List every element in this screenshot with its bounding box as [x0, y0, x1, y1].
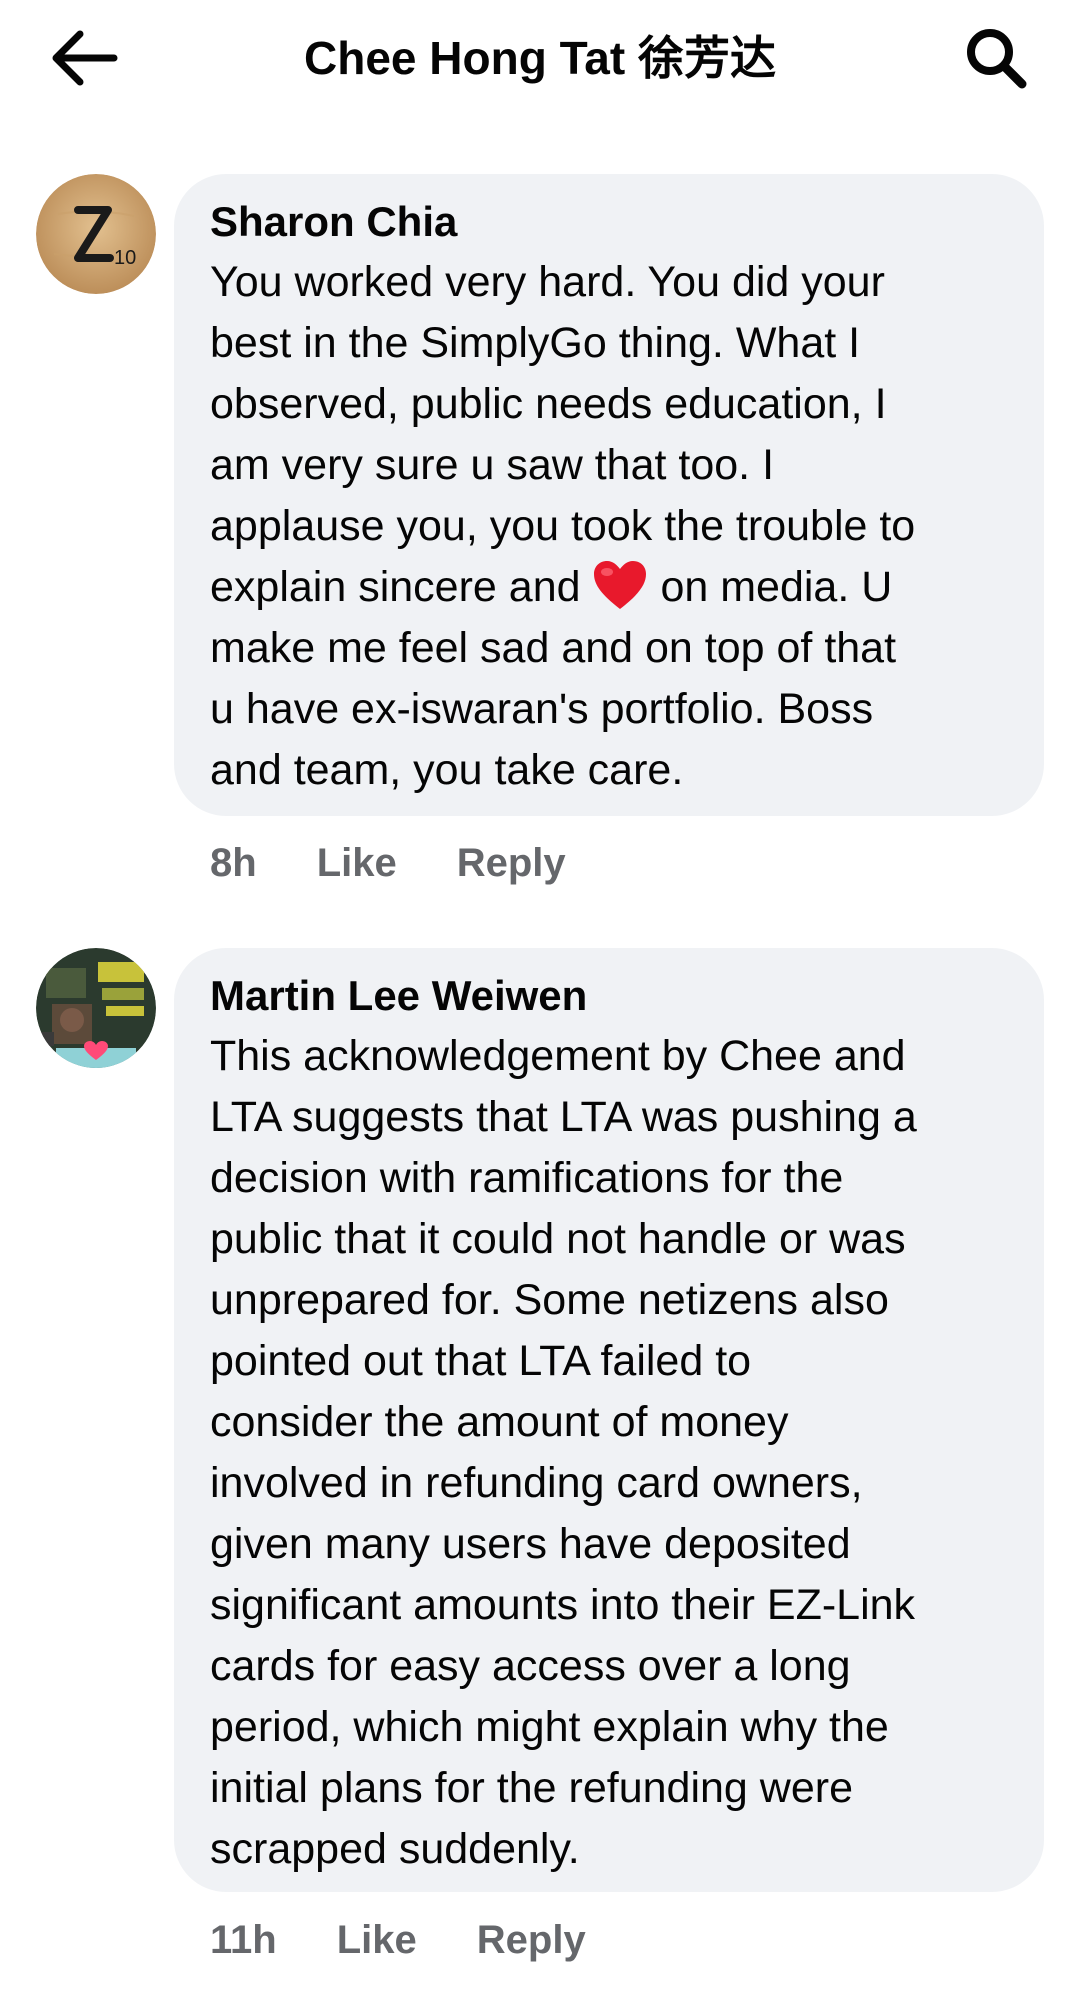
- comment-line-with-emoji: explain sincere and on media. U: [210, 557, 1020, 618]
- comment-line: observed, public needs education, I: [210, 380, 887, 428]
- comment-line: u have ex-iswaran's portfolio. Boss: [210, 685, 874, 733]
- reply-button[interactable]: Reply: [457, 841, 566, 886]
- comment-line: LTA suggests that LTA was pushing a: [210, 1093, 917, 1141]
- comment-line: cards for easy access over a long: [210, 1642, 851, 1690]
- comment-bubble[interactable]: Sharon Chia You worked very hard. You di…: [174, 174, 1044, 816]
- comment-line: pointed out that LTA failed to: [210, 1337, 752, 1385]
- comment-timestamp[interactable]: 8h: [210, 841, 257, 886]
- comment-line: and team, you take care.: [210, 746, 684, 794]
- comment-line: period, which might explain why the: [210, 1703, 889, 1751]
- comment-line: significant amounts into their EZ-Link: [210, 1581, 916, 1629]
- comment-line: applause you, you took the trouble to: [210, 502, 916, 550]
- comment-line: initial plans for the refunding were: [210, 1764, 853, 1812]
- avatar[interactable]: [36, 948, 156, 1068]
- collage-photo-avatar: [36, 948, 156, 1068]
- comment-line: scrapped suddenly.: [210, 1825, 580, 1873]
- red-heart-emoji: [594, 561, 647, 609]
- comment-line-part: explain sincere and: [210, 563, 581, 611]
- comment-text: This acknowledgement by Chee and LTA sug…: [210, 1026, 1020, 1880]
- comment-line: unprepared for. Some netizens also: [210, 1276, 889, 1324]
- comment-line-part: on media. U: [660, 563, 893, 611]
- search-icon: [967, 29, 1027, 89]
- comment-line: am very sure u saw that too. I: [210, 441, 775, 489]
- comment-timestamp[interactable]: 11h: [210, 1918, 277, 1963]
- search-button[interactable]: [956, 22, 1036, 94]
- comment-text: You worked very hard. You did your best …: [210, 252, 1020, 801]
- reply-button[interactable]: Reply: [477, 1918, 586, 1963]
- comment-author[interactable]: Sharon Chia: [210, 196, 1020, 248]
- comment-line: involved in refunding card owners,: [210, 1459, 863, 1507]
- comment-author[interactable]: Martin Lee Weiwen: [210, 970, 1020, 1022]
- comment-line: public that it could not handle or was: [210, 1215, 906, 1263]
- page-title: Chee Hong Tat 徐芳达: [304, 32, 776, 84]
- avatar[interactable]: 10: [36, 174, 156, 294]
- comment-line: make me feel sad and on top of that: [210, 624, 897, 672]
- arrow-left-icon: [52, 30, 118, 86]
- back-button[interactable]: [44, 22, 124, 94]
- comments-screen: Chee Hong Tat 徐芳达 10 Sharon Chia You wor…: [0, 0, 1080, 2000]
- comment-line: given many users have deposited: [210, 1520, 851, 1568]
- like-button[interactable]: Like: [337, 1918, 417, 1963]
- comment-line: decision with ramifications for the: [210, 1154, 844, 1202]
- comment-line: This acknowledgement by Chee and: [210, 1032, 906, 1080]
- comment-bubble[interactable]: Martin Lee Weiwen This acknowledgement b…: [174, 948, 1044, 1892]
- comment-actions: 8h Like Reply: [210, 835, 566, 891]
- scrabble-tile-z-avatar: 10: [36, 174, 156, 294]
- comment-line: You worked very hard. You did your: [210, 258, 885, 306]
- svg-text:10: 10: [114, 247, 136, 269]
- like-button[interactable]: Like: [317, 841, 397, 886]
- top-bar: Chee Hong Tat 徐芳达: [0, 0, 1080, 118]
- comment-line: consider the amount of money: [210, 1398, 789, 1446]
- comment-line: best in the SimplyGo thing. What I: [210, 319, 861, 367]
- comment-actions: 11h Like Reply: [210, 1912, 586, 1968]
